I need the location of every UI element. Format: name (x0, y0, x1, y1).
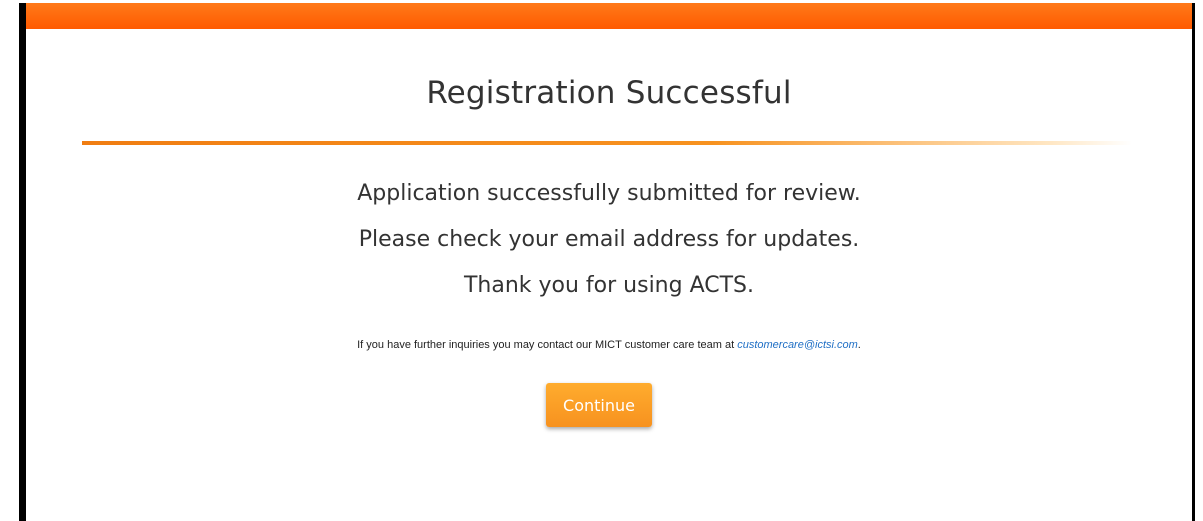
message-check-email: Please check your email address for upda… (358, 227, 860, 252)
contact-note: If you have further inquiries you may co… (26, 339, 1192, 351)
contact-suffix: . (857, 339, 861, 351)
continue-button[interactable]: Continue (546, 383, 652, 427)
top-accent-bar (26, 3, 1192, 29)
window-frame: Registration Successful Application succ… (19, 3, 1195, 521)
confirmation-panel: Registration Successful Application succ… (26, 3, 1192, 521)
message-submitted: Application successfully submitted for r… (357, 181, 861, 206)
message-thank-you: Thank you for using ACTS. (463, 273, 755, 298)
customer-care-email-link[interactable]: customercare@ictsi.com (737, 339, 858, 351)
title-divider (82, 141, 1132, 145)
contact-text: If you have further inquiries you may co… (357, 339, 738, 351)
page-title: Registration Successful (426, 75, 792, 111)
